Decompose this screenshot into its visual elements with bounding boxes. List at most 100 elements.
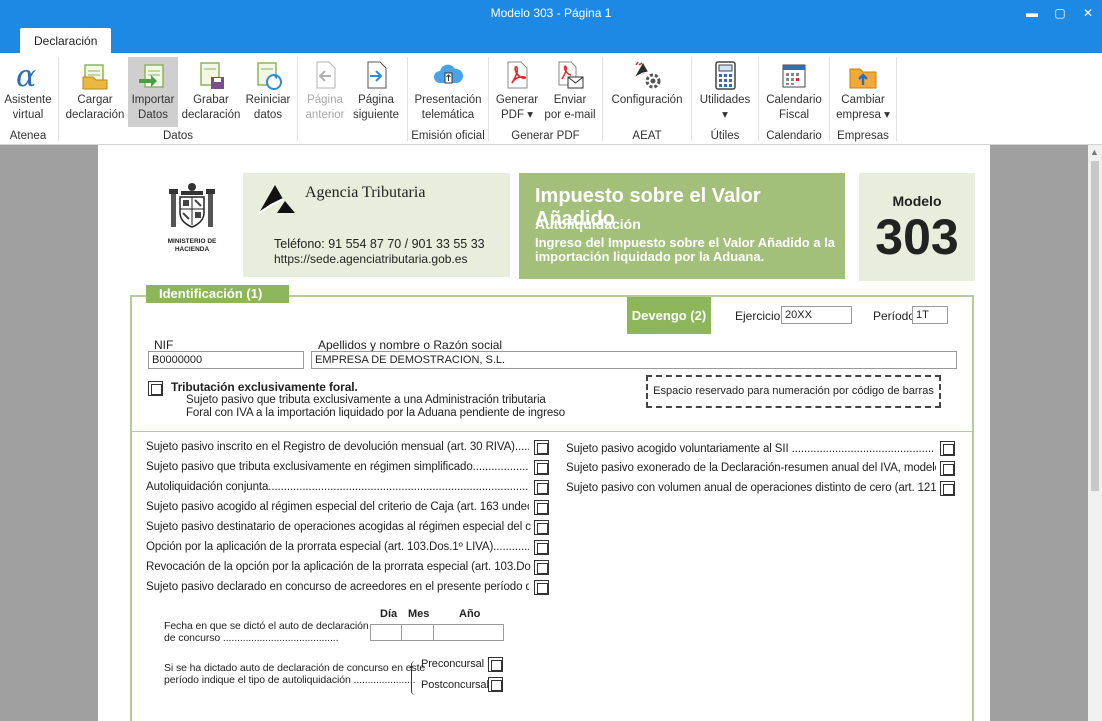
criterio-caja-checkbox[interactable] [534,500,549,515]
reset-icon [257,62,282,90]
autoliquidacion-conjunta-checkbox[interactable] [534,480,549,495]
foral-line1: Sujeto pasivo que tributa exclusivamente… [186,394,546,406]
ejercicio-input[interactable]: 20XX [781,306,852,324]
volumen-operaciones-checkbox[interactable] [940,481,955,496]
calendario-fiscal-button[interactable]: Calendario Fiscal [763,57,825,123]
item-devolucion-mensual: Sujeto pasivo inscrito en el Registro de… [146,441,529,453]
preconcursal-checkbox[interactable] [488,657,503,672]
item-revocacion-prorrata: Revocación de la opción por la aplicació… [146,561,531,573]
destinatario-criterio-caja-checkbox[interactable] [534,520,549,535]
fecha-dia-input[interactable] [370,624,402,641]
anio-label: Año [459,608,481,620]
ministry-crest: MINISTERIO DE HACIENDA [164,181,220,253]
importar-datos-button[interactable]: Importar Datos [128,57,178,127]
item-regimen-simplificado: Sujeto pasivo que tributa exclusivamente… [146,461,529,473]
grabar-declaracion-button[interactable]: Grabar declaración [180,57,242,123]
item-concurso-acreedores: Sujeto pasivo declarado en concurso de a… [146,581,529,593]
title-bar: Modelo 303 - Página 1 ▬ ▢ ✕ [0,0,1102,28]
devolucion-mensual-checkbox[interactable] [534,440,549,455]
group-atenea: Atenea [9,130,47,142]
item-volumen-operaciones: Sujeto pasivo con volumen anual de opera… [566,482,938,494]
foral-line2: Foral con IVA a la importación liquidado… [186,407,566,419]
presentacion-telematica-button[interactable]: Presentación telemática [412,57,484,123]
enviar-email-button[interactable]: Enviar por e-mail [542,57,598,123]
revocacion-prorrata-checkbox[interactable] [534,560,549,575]
tab-declaracion[interactable]: Declaración [20,28,112,53]
tax-description: Ingreso del Impuesto sobre el Valor Añad… [535,235,836,264]
coat-of-arms-icon [169,183,215,228]
pagina-siguiente-button[interactable]: Página siguiente [350,57,402,123]
asistente-virtual-button[interactable]: α Asistente virtual [2,57,54,123]
next-page-icon [367,61,387,89]
reiniciar-datos-button[interactable]: Reiniciar datos [244,57,292,123]
save-icon [200,62,224,89]
pdf-email-icon [558,61,584,89]
pdf-icon [507,61,528,89]
model-label: Modelo [892,193,942,209]
postconcursal-checkbox[interactable] [488,677,503,692]
section-divider [132,431,972,432]
group-generar-pdf: Generar PDF [511,130,580,142]
tipo-concurso-label-1: Si se ha dictado auto de declaración de … [164,662,426,674]
cloud-upload-icon [434,64,464,84]
item-criterio-caja: Sujeto pasivo acogido al régimen especia… [146,501,529,513]
item-exonerado-390: Sujeto pasivo exonerado de la Declaració… [566,462,936,474]
item-destinatario-criterio-caja: Sujeto pasivo destinatario de operacione… [146,521,531,533]
fecha-mes-input[interactable] [401,624,434,641]
item-sii: Sujeto pasivo acogido voluntariamente al… [566,443,934,455]
ejercicio-label: Ejercicio [735,309,781,323]
periodo-input[interactable]: 1T [912,306,948,324]
ribbon: α Asistente virtual Cargar declaración Imp… [0,53,1102,145]
maximize-button[interactable]: ▢ [1050,4,1070,22]
cambiar-empresa-button[interactable]: Cambiar empresa ▾ [834,57,892,123]
cargar-declaracion-button[interactable]: Cargar declaración [64,57,126,123]
razon-social-input[interactable]: EMPRESA DE DEMOSTRACION, S.L. [311,351,957,369]
brace-divider [411,661,416,695]
tax-subtitle: Autoliquidación [535,216,641,232]
configuracion-button[interactable]: Configuración [608,57,686,108]
agency-url: https://sede.agenciatributaria.gob.es [274,252,468,266]
foral-checkbox[interactable] [148,381,163,396]
document-page: MINISTERIO DE HACIENDA Agencia Tributari… [98,145,990,721]
item-prorrata-especial: Opción por la aplicación de la prorrata … [146,541,529,553]
devengo-section-title: Devengo (2) [627,297,711,334]
item-autoliquidacion-conjunta: Autoliquidación conjunta................… [146,481,529,493]
vertical-scrollbar[interactable]: ▲ [1088,145,1102,721]
ministry-name: MINISTERIO DE HACIENDA [167,238,217,253]
calendar-icon [782,64,806,88]
concurso-acreedores-checkbox[interactable] [534,580,549,595]
import-data-icon [139,64,164,88]
scrollbar-thumb[interactable] [1091,161,1099,491]
regimen-simplificado-checkbox[interactable] [534,460,549,475]
postconcursal-label: Postconcursal [421,679,489,691]
tipo-concurso-label-2: período indique el tipo de autoliquidaci… [164,674,416,686]
scroll-up-icon[interactable]: ▲ [1090,147,1099,157]
pagina-anterior-button[interactable]: Página anterior [302,57,348,123]
sii-checkbox[interactable] [940,441,955,456]
group-calendario: Calendario [766,130,822,142]
utilidades-button[interactable]: Utilidades ▾ [696,57,754,123]
fecha-anio-input[interactable] [433,624,504,641]
calculator-icon [715,61,736,90]
atenea-alpha-icon: α [16,59,36,91]
dia-label: Día [380,608,398,620]
agency-phone: Teléfono: 91 554 87 70 / 901 33 55 33 [274,237,485,251]
group-datos: Datos [162,130,194,142]
model-number: 303 [875,209,959,265]
periodo-label: Período [873,309,916,323]
group-empresas: Empresas [837,130,889,142]
window-title: Modelo 303 - Página 1 [490,6,612,20]
svg-text:α: α [16,59,36,91]
exonerado-390-checkbox[interactable] [940,461,955,476]
agencia-tributaria-block: Agencia Tributaria Teléfono: 91 554 87 7… [243,173,510,277]
model-block: Modelo 303 [859,173,975,281]
group-utiles: Útiles [710,130,740,142]
barcode-area: Espacio reservado para numeración por có… [646,375,941,408]
generar-pdf-button[interactable]: Generar PDF ▾ [493,57,541,123]
close-button[interactable]: ✕ [1078,4,1098,22]
nif-label: NIF [154,338,174,352]
agency-name: Agencia Tributaria [305,184,426,201]
nif-input[interactable]: B0000000 [148,351,304,369]
minimize-button[interactable]: ▬ [1022,4,1042,22]
prorrata-especial-checkbox[interactable] [534,540,549,555]
